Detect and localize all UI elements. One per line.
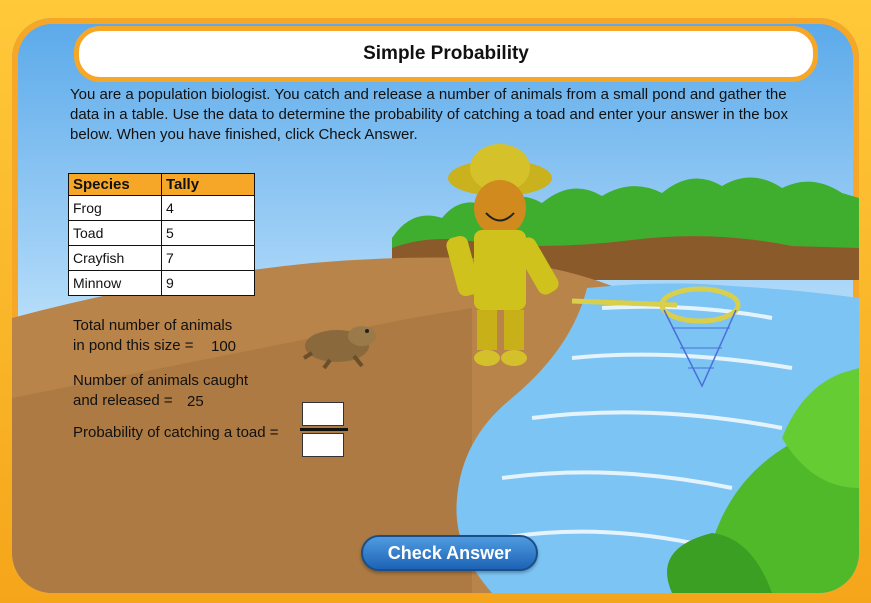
page-title: Simple Probability <box>363 43 529 64</box>
fraction-bar <box>300 428 348 431</box>
numerator-input[interactable] <box>302 402 344 426</box>
species-cell: Frog <box>68 195 162 221</box>
tally-cell: 9 <box>161 270 255 296</box>
tally-cell: 4 <box>161 195 255 221</box>
table-row: Crayfish 7 <box>68 245 255 271</box>
caught-label-line2: and released = <box>73 392 173 409</box>
header-species: Species <box>68 173 162 196</box>
denominator-input[interactable] <box>302 433 344 457</box>
table-row: Frog 4 <box>68 195 255 221</box>
total-label-line1: Total number of animals <box>73 317 233 334</box>
scene: Simple Probability You are a population … <box>12 18 859 593</box>
species-cell: Toad <box>68 220 162 246</box>
caught-label-line1: Number of animals caught <box>73 372 249 389</box>
table-row: Minnow 9 <box>68 270 255 296</box>
species-cell: Minnow <box>68 270 162 296</box>
caught-value: 25 <box>187 393 204 410</box>
table-header-row: Species Tally <box>68 173 255 196</box>
total-label-line2: in pond this size = <box>73 337 194 354</box>
instructions: You are a population biologist. You catc… <box>70 86 788 143</box>
probability-label: Probability of catching a toad = <box>73 424 279 441</box>
table-row: Toad 5 <box>68 220 255 246</box>
check-answer-button[interactable]: Check Answer <box>361 535 538 571</box>
header-tally: Tally <box>161 173 255 196</box>
tally-cell: 7 <box>161 245 255 271</box>
tally-table: Species Tally Frog 4 Toad 5 Crayfish 7 M… <box>68 173 255 296</box>
title-bar: Simple Probability <box>74 26 818 82</box>
total-value: 100 <box>211 338 237 355</box>
tally-cell: 5 <box>161 220 255 246</box>
species-cell: Crayfish <box>68 245 162 271</box>
